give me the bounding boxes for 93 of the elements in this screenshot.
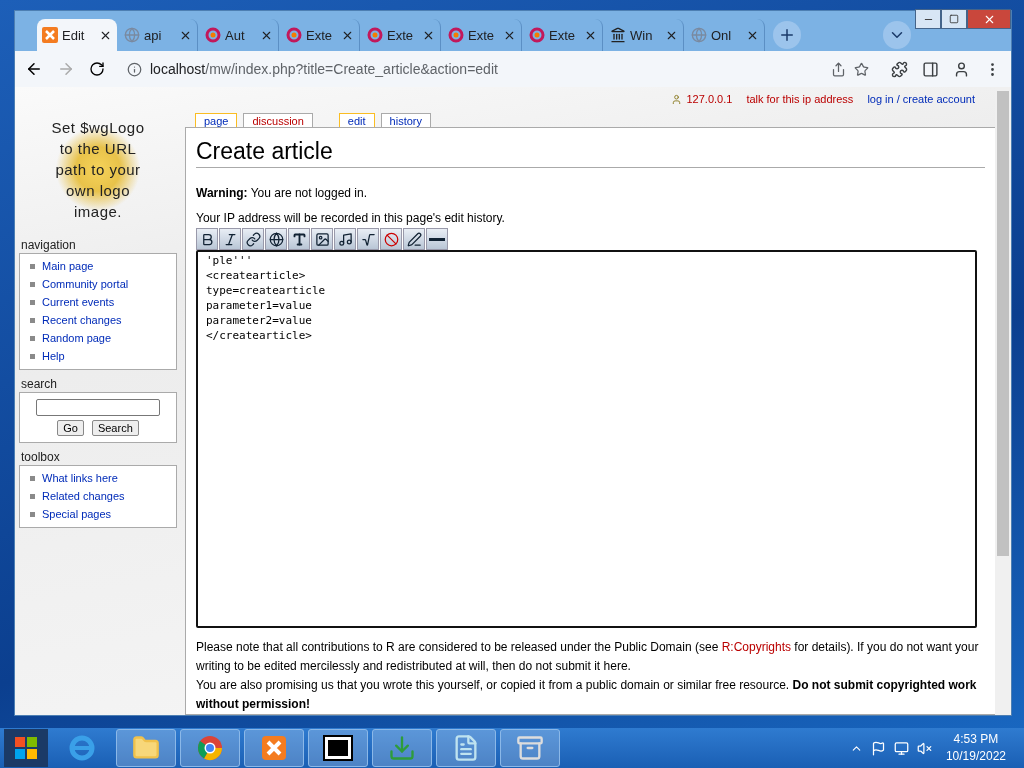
link-button[interactable] xyxy=(242,228,264,250)
date-text: 10/19/2022 xyxy=(945,748,1006,765)
login-link[interactable]: log in / create account xyxy=(867,91,975,107)
scrollbar[interactable] xyxy=(995,87,1011,715)
letter-icon xyxy=(291,231,307,247)
start-button[interactable] xyxy=(4,729,48,767)
network-icon[interactable] xyxy=(893,740,909,756)
no-sign-button[interactable] xyxy=(380,228,402,250)
image-button[interactable] xyxy=(311,228,333,250)
radical-button[interactable] xyxy=(357,228,379,250)
radical-icon xyxy=(360,231,376,247)
scrollbar-thumb[interactable] xyxy=(997,91,1009,556)
maximize-icon xyxy=(949,14,959,24)
navigation-link[interactable]: Help xyxy=(24,347,176,365)
letter-button[interactable] xyxy=(288,228,310,250)
globe-icon xyxy=(268,231,284,247)
new-tab-button[interactable] xyxy=(773,21,801,49)
toolbox-link[interactable]: What links here xyxy=(24,469,176,487)
ip-link[interactable]: 127.0.0.1 xyxy=(686,93,733,105)
navigation-link[interactable]: Community portal xyxy=(24,275,176,293)
page-tab[interactable]: page xyxy=(195,113,238,127)
license-notice: Please note that all contributions to R are considered to be released under the Public Domain (see R:Copyrights for details). If you do not want your writing to be edited mercilessly and redistributed at will, then do not submit it here. xyxy=(196,639,980,675)
archive-icon xyxy=(516,734,544,762)
windows-logo-icon xyxy=(14,736,38,760)
link-icon xyxy=(245,231,261,247)
tab-search-button[interactable] xyxy=(883,21,911,49)
portlet-title: search xyxy=(21,377,59,391)
plus-icon xyxy=(778,26,796,44)
ring-icon xyxy=(286,27,302,43)
archive-logo-icon xyxy=(323,735,353,761)
italic-button[interactable] xyxy=(219,228,241,250)
edit-textarea[interactable]: 'ple''' <createarticle> type=createarticle parameter1=value parameter2=value </createarticle> xyxy=(196,250,977,628)
volume-muted-icon[interactable] xyxy=(916,740,932,756)
back-icon[interactable] xyxy=(25,60,43,78)
toolbox-link[interactable]: Related changes xyxy=(24,487,176,505)
profile-icon[interactable] xyxy=(953,60,970,78)
ip-notice: Your IP address will be recorded in this page's edit history. xyxy=(196,210,506,227)
page-tab[interactable]: edit xyxy=(338,113,375,127)
page-tab[interactable]: discussion xyxy=(243,113,313,127)
search-button[interactable]: Go xyxy=(57,420,84,436)
navigation-link[interactable]: Recent changes xyxy=(24,311,176,329)
talk-link[interactable]: talk for this ip address xyxy=(746,91,854,107)
signature-button[interactable] xyxy=(403,228,425,250)
bold-button[interactable] xyxy=(196,228,218,250)
minimize-button[interactable] xyxy=(915,9,941,29)
maximize-button[interactable] xyxy=(941,9,967,29)
portlet-title: navigation xyxy=(21,238,77,252)
ring-icon xyxy=(529,27,545,43)
taskbar-app[interactable] xyxy=(308,729,368,767)
building-icon xyxy=(610,27,626,43)
no-sign-icon xyxy=(383,231,399,247)
ring-icon xyxy=(205,27,221,43)
media-icon xyxy=(337,231,353,247)
user-icon xyxy=(670,93,682,105)
ring-icon xyxy=(448,27,464,43)
horizontal-line-button[interactable] xyxy=(426,228,448,250)
browser-e-icon xyxy=(68,734,96,762)
extensions-icon[interactable] xyxy=(891,60,908,78)
xampp-icon xyxy=(42,27,58,43)
globe-icon xyxy=(691,27,707,43)
globe-icon xyxy=(124,27,140,43)
time-text: 4:53 PM xyxy=(953,731,999,748)
portlet-title: toolbox xyxy=(21,450,61,464)
toolbox-link[interactable]: Special pages xyxy=(24,505,176,523)
warning-text: Warning: You are not logged in. xyxy=(196,185,368,202)
download-icon xyxy=(388,734,416,762)
navigation-link[interactable]: Random page xyxy=(24,329,176,347)
page-tab[interactable]: history xyxy=(380,113,431,127)
ring-icon xyxy=(367,27,383,43)
promise-notice: You are also promising us that you wrote this yourself, or copied it from a public domain or similar free resource. Do not submit copyrighted work without permission! xyxy=(196,677,978,713)
clock[interactable]: 4:53 PM 10/19/2022 xyxy=(945,731,1006,765)
side-panel-icon[interactable] xyxy=(922,60,939,78)
navigation-link[interactable]: Main page xyxy=(24,257,176,275)
url-text: localhost/mw/index.php?title=Create_article&action=edit xyxy=(150,61,498,77)
xampp-icon xyxy=(260,734,288,762)
globe-button[interactable] xyxy=(265,228,287,250)
italic-icon xyxy=(222,231,238,247)
flag-icon[interactable] xyxy=(870,740,886,756)
bookmark-star-icon[interactable] xyxy=(854,61,869,77)
info-icon[interactable] xyxy=(127,61,142,77)
chrome-icon xyxy=(196,734,224,762)
search-button[interactable]: Search xyxy=(91,420,139,436)
folder-icon xyxy=(132,734,160,762)
browser-tab[interactable]: Edit xyxy=(37,19,117,51)
search-field[interactable] xyxy=(36,399,160,416)
signature-icon xyxy=(406,231,422,247)
copyrights-link[interactable]: R:Copyrights xyxy=(721,640,791,654)
media-button[interactable] xyxy=(334,228,356,250)
navigation-link[interactable]: Current events xyxy=(24,293,176,311)
share-icon[interactable] xyxy=(831,61,846,77)
image-icon xyxy=(314,231,330,247)
page-heading: Create article xyxy=(196,138,985,168)
reload-icon[interactable] xyxy=(89,61,105,77)
